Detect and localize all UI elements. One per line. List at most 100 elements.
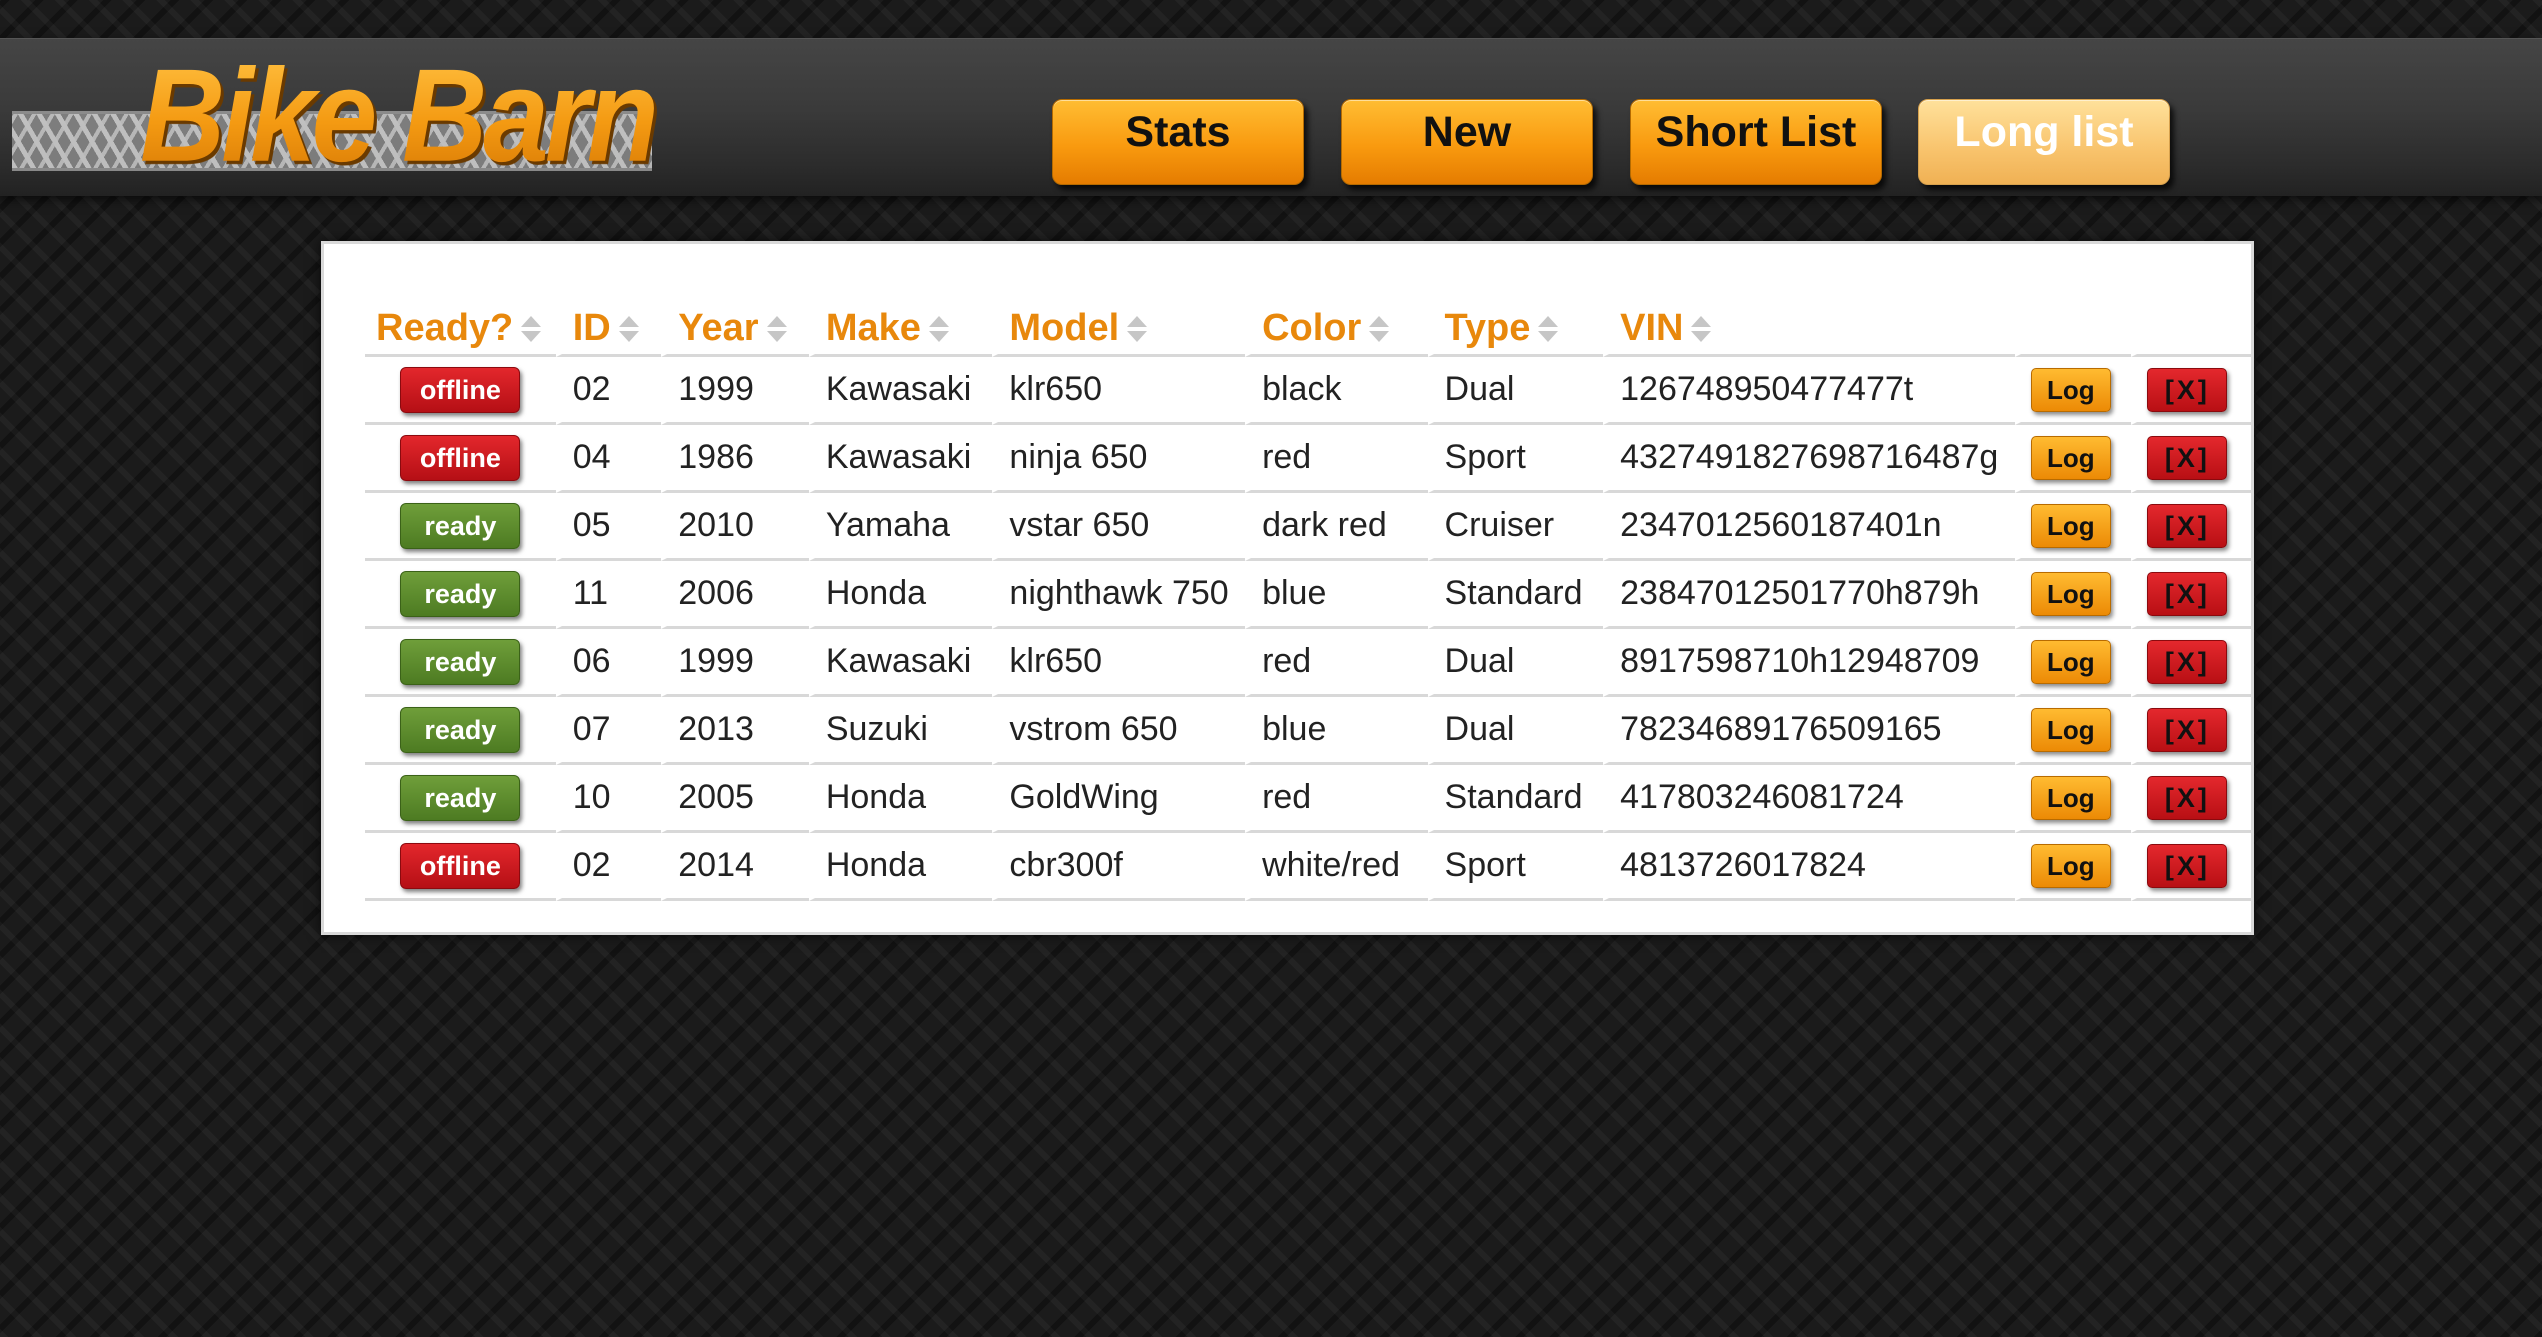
table-header-row: Ready? ID Year Make Model Color Type VIN <box>365 284 2251 357</box>
status-badge[interactable]: ready <box>400 774 521 821</box>
vin-cell: 4813726017824 <box>1603 833 2015 901</box>
sort-icon[interactable] <box>1369 315 1390 344</box>
log-button[interactable]: Log <box>2030 843 2111 888</box>
sort-icon[interactable] <box>1127 315 1148 344</box>
make-cell: Yamaha <box>808 493 993 561</box>
delete-button[interactable]: [X] <box>2147 707 2228 752</box>
column-header-model[interactable]: Model <box>992 284 1246 357</box>
bike-table: Ready? ID Year Make Model Color Type VIN… <box>365 284 2251 901</box>
sort-icon[interactable] <box>928 315 949 344</box>
type-cell: Sport <box>1427 425 1604 493</box>
log-cell: Log <box>2014 629 2132 697</box>
type-cell: Dual <box>1427 629 1604 697</box>
column-header-id[interactable]: ID <box>555 284 662 357</box>
model-cell: klr650 <box>992 357 1246 425</box>
delete-button[interactable]: [X] <box>2147 435 2228 480</box>
delete-button[interactable]: [X] <box>2147 367 2228 412</box>
table-row: offline 02 1999 Kawasaki klr650 black Dual 1267… <box>365 357 2251 425</box>
status-cell: ready <box>365 697 556 765</box>
status-cell: ready <box>365 629 556 697</box>
log-button[interactable]: Log <box>2030 775 2111 820</box>
delete-button[interactable]: [X] <box>2147 503 2228 548</box>
id-cell: 11 <box>555 561 662 629</box>
status-badge[interactable]: ready <box>400 570 521 617</box>
status-badge[interactable]: offline <box>400 434 521 481</box>
sort-icon[interactable] <box>521 315 542 344</box>
header: Bike Barn Stats New Short List Long list <box>0 38 2542 196</box>
log-button[interactable]: Log <box>2030 435 2111 480</box>
year-cell: 2010 <box>661 493 809 561</box>
log-cell: Log <box>2014 697 2132 765</box>
column-header-vin[interactable]: VIN <box>1603 284 2015 357</box>
column-header-ready[interactable]: Ready? <box>365 284 556 357</box>
status-cell: ready <box>365 493 556 561</box>
column-header-label: ID <box>572 307 611 349</box>
log-cell: Log <box>2014 833 2132 901</box>
year-cell: 1999 <box>661 629 809 697</box>
vin-cell: 23847012501770h879h <box>1603 561 2015 629</box>
column-header-label: Color <box>1262 307 1362 349</box>
log-button[interactable]: Log <box>2030 707 2111 752</box>
delete-button[interactable]: [X] <box>2147 775 2228 820</box>
logo[interactable]: Bike Barn <box>12 50 659 189</box>
log-button[interactable]: Log <box>2030 639 2111 684</box>
column-header-type[interactable]: Type <box>1427 284 1604 357</box>
model-cell: ninja 650 <box>992 425 1246 493</box>
long-list-button[interactable]: Long list <box>1918 99 2170 185</box>
log-button[interactable]: Log <box>2030 367 2111 412</box>
log-cell: Log <box>2014 561 2132 629</box>
vin-cell: 4327491827698716487g <box>1603 425 2015 493</box>
column-header-label: Make <box>825 307 921 349</box>
sort-icon[interactable] <box>1538 315 1559 344</box>
log-cell: Log <box>2014 493 2132 561</box>
vin-cell: 126748950477477t <box>1603 357 2015 425</box>
make-cell: Honda <box>808 561 993 629</box>
status-badge[interactable]: ready <box>400 706 521 753</box>
id-cell: 05 <box>555 493 662 561</box>
sort-icon[interactable] <box>618 315 639 344</box>
status-badge[interactable]: ready <box>400 502 521 549</box>
short-list-button[interactable]: Short List <box>1630 99 1882 185</box>
status-badge[interactable]: offline <box>400 366 521 413</box>
column-header-make[interactable]: Make <box>808 284 993 357</box>
status-badge[interactable]: ready <box>400 638 521 685</box>
make-cell: Kawasaki <box>808 357 993 425</box>
column-header-color[interactable]: Color <box>1245 284 1428 357</box>
type-cell: Dual <box>1427 697 1604 765</box>
model-cell: cbr300f <box>992 833 1246 901</box>
bike-list-panel: Ready? ID Year Make Model Color Type VIN… <box>321 241 2254 935</box>
stats-button[interactable]: Stats <box>1052 99 1304 185</box>
new-button[interactable]: New <box>1341 99 1593 185</box>
delete-cell: [X] <box>2131 425 2251 493</box>
vin-cell: 2347012560187401n <box>1603 493 2015 561</box>
color-cell: white/red <box>1245 833 1428 901</box>
sort-icon[interactable] <box>766 315 787 344</box>
log-cell: Log <box>2014 765 2132 833</box>
column-header-log <box>2014 284 2132 357</box>
table-row: ready 05 2010 Yamaha vstar 650 dark red Cruise… <box>365 493 2251 561</box>
log-button[interactable]: Log <box>2030 571 2111 616</box>
table-row: ready 07 2013 Suzuki vstrom 650 blue Dual 78234… <box>365 697 2251 765</box>
color-cell: black <box>1245 357 1428 425</box>
column-header-label: Type <box>1444 307 1531 349</box>
delete-button[interactable]: [X] <box>2147 571 2228 616</box>
id-cell: 02 <box>555 833 662 901</box>
delete-button[interactable]: [X] <box>2147 639 2228 684</box>
model-cell: vstrom 650 <box>992 697 1246 765</box>
delete-cell: [X] <box>2131 765 2251 833</box>
delete-button[interactable]: [X] <box>2147 843 2228 888</box>
delete-cell: [X] <box>2131 493 2251 561</box>
column-header-year[interactable]: Year <box>661 284 809 357</box>
year-cell: 1986 <box>661 425 809 493</box>
model-cell: vstar 650 <box>992 493 1246 561</box>
log-cell: Log <box>2014 357 2132 425</box>
status-badge[interactable]: offline <box>400 842 521 889</box>
log-cell: Log <box>2014 425 2132 493</box>
sort-icon[interactable] <box>1691 315 1712 344</box>
status-cell: offline <box>365 833 556 901</box>
model-cell: nighthawk 750 <box>992 561 1246 629</box>
log-button[interactable]: Log <box>2030 503 2111 548</box>
color-cell: red <box>1245 765 1428 833</box>
color-cell: dark red <box>1245 493 1428 561</box>
id-cell: 04 <box>555 425 662 493</box>
